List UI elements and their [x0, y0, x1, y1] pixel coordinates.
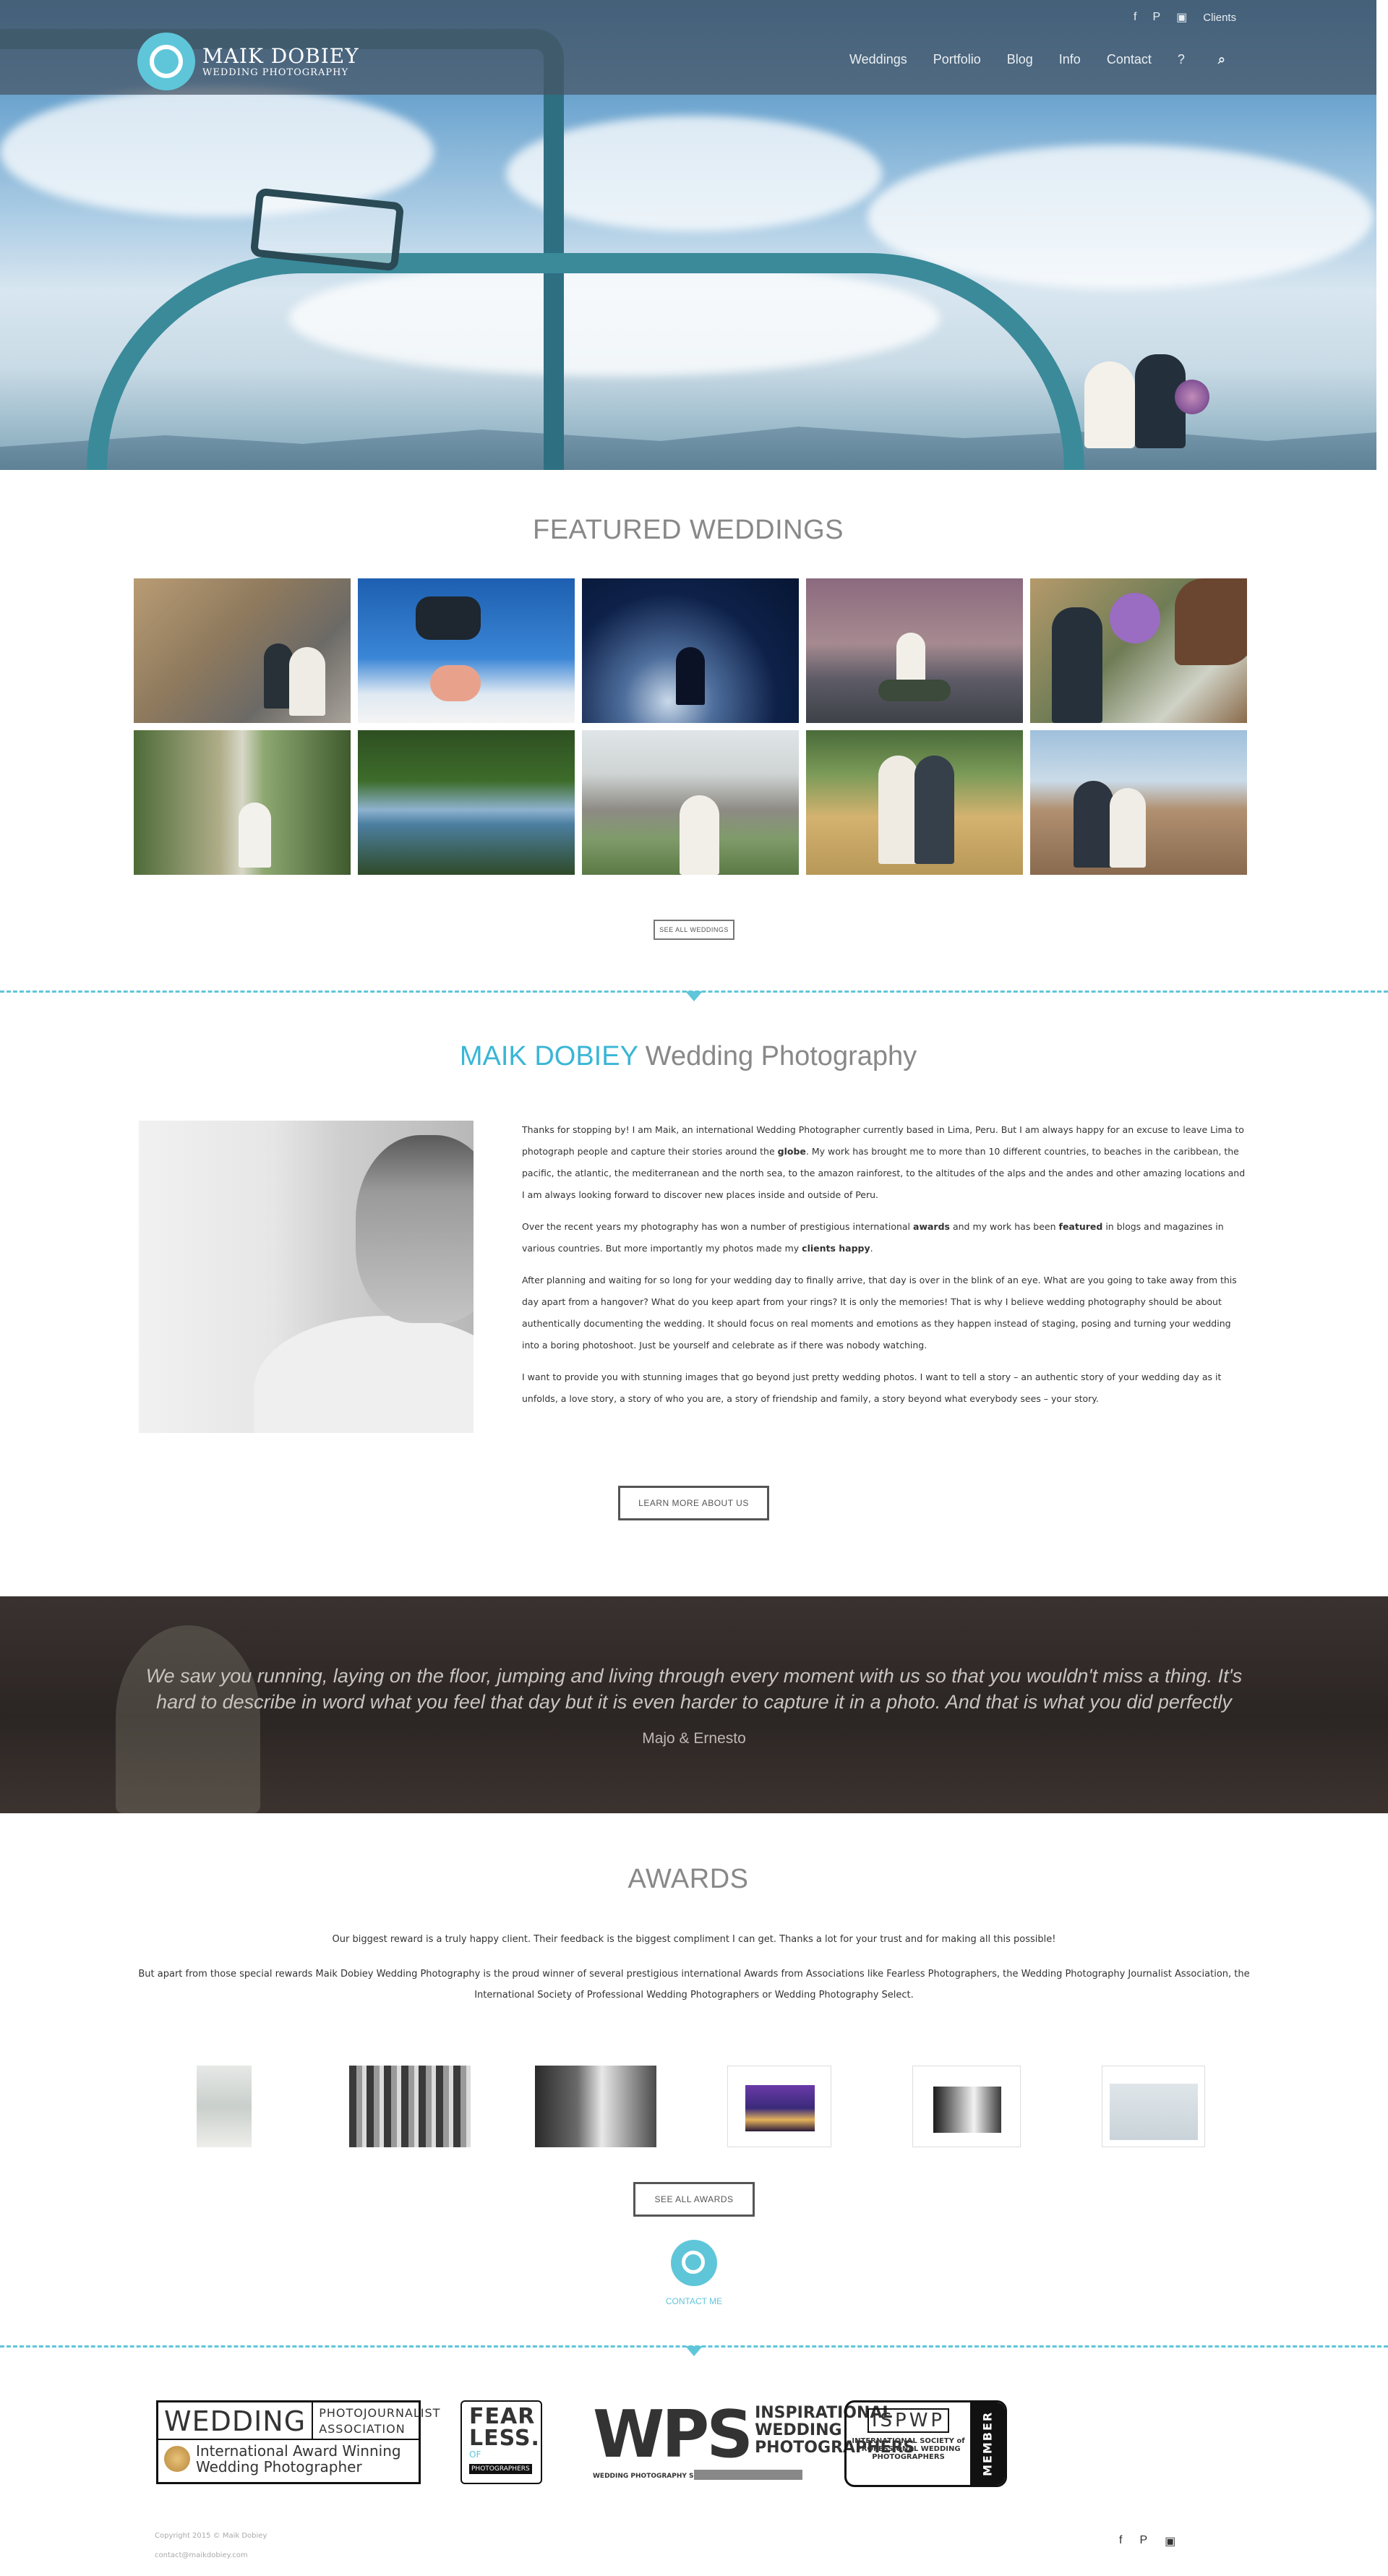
- divider-arrow-icon: [685, 2346, 703, 2356]
- fearless-sub: PHOTOGRAPHERS: [469, 2464, 532, 2474]
- ispwp-member: MEMBER: [970, 2402, 1005, 2485]
- wpja-award-text: International Award Winning Wedding Phot…: [196, 2442, 401, 2476]
- wedding-thumbnail[interactable]: [358, 578, 575, 723]
- nav-item-contact[interactable]: Contact: [1107, 52, 1152, 67]
- testimonial-quote: We saw you running, laying on the floor,…: [145, 1665, 1243, 1713]
- site-logo[interactable]: MAIK DOBIEY WEDDING PHOTOGRAPHY: [137, 33, 359, 90]
- logo-tagline: WEDDING PHOTOGRAPHY: [202, 67, 349, 78]
- nav-item-info[interactable]: Info: [1059, 52, 1081, 67]
- instagram-icon[interactable]: ▣: [1176, 10, 1187, 25]
- wedding-thumbnail[interactable]: [1030, 578, 1247, 723]
- about-paragraph: Thanks for stopping by! I am Maik, an in…: [522, 1124, 1246, 1200]
- about-title-rest: Wedding Photography: [638, 1041, 917, 1071]
- ispwp-description: INTERNATIONAL SOCIETY of PROFESSIONAL WE…: [852, 2437, 965, 2461]
- about-paragraph: After planning and waiting for so long f…: [522, 1275, 1237, 1351]
- fearless-title: FEAR LESS.: [469, 2404, 540, 2451]
- testimonial-banner: We saw you running, laying on the floor,…: [0, 1596, 1388, 1813]
- wedding-thumbnail[interactable]: [806, 730, 1023, 875]
- pinterest-icon[interactable]: P: [1152, 11, 1160, 24]
- footer-social-links: f P ▣: [1119, 2534, 1175, 2549]
- main-nav: Weddings Portfolio Blog Info Contact ? ⌕: [849, 52, 1225, 67]
- wedding-thumbnail[interactable]: [134, 578, 351, 723]
- wpja-association: PHOTOJOURNALIST ASSOCIATION: [319, 2406, 441, 2436]
- ispwp-title: ISPWP: [867, 2408, 950, 2433]
- about-text: Thanks for stopping by! I am Maik, an in…: [522, 1119, 1248, 1420]
- wedding-thumbnail[interactable]: [582, 730, 799, 875]
- section-divider: [0, 2345, 1388, 2356]
- instagram-icon[interactable]: ▣: [1165, 2534, 1175, 2549]
- featured-weddings-title: FEATURED WEDDINGS: [532, 515, 844, 545]
- wedding-thumbnail[interactable]: [806, 578, 1023, 723]
- awards-intro: Our biggest reward is a truly happy clie…: [332, 1934, 1056, 1945]
- footer-copyright: Copyright 2015 © Maik Dobiey contact@mai…: [155, 2526, 267, 2565]
- nav-item-blog[interactable]: Blog: [1007, 52, 1033, 67]
- pinterest-icon[interactable]: P: [1139, 2534, 1147, 2549]
- logo-name: MAIK DOBIEY: [202, 43, 359, 68]
- about-title-brand: MAIK DOBIEY: [459, 1041, 638, 1071]
- wedding-thumbnail[interactable]: [582, 578, 799, 723]
- awards-description: But apart from those special rewards Mai…: [138, 1969, 1250, 2001]
- wps-logo: WPS: [593, 2397, 753, 2473]
- wpja-word: WEDDING: [158, 2402, 314, 2439]
- facebook-icon[interactable]: f: [1134, 11, 1136, 24]
- about-title: MAIK DOBIEY Wedding Photography: [0, 1041, 1376, 1072]
- awards-title: AWARDS: [627, 1864, 749, 1894]
- award-photo[interactable]: [349, 2066, 471, 2147]
- contact-me-link[interactable]: CONTACT ME: [0, 2296, 1388, 2306]
- logo-ring-icon: [137, 33, 195, 90]
- couple-figure: [1084, 347, 1209, 448]
- about-paragraph: I want to provide you with stunning imag…: [522, 1372, 1222, 1404]
- wpja-badge[interactable]: WEDDING PHOTOJOURNALIST ASSOCIATION Inte…: [156, 2400, 440, 2484]
- award-photo[interactable]: [197, 2066, 252, 2147]
- fearless-badge[interactable]: FEAR LESS. OF PHOTOGRAPHERS: [460, 2400, 542, 2484]
- ispwp-badge[interactable]: ISPWP INTERNATIONAL SOCIETY of PROFESSIO…: [844, 2400, 1007, 2487]
- photographer-portrait: [139, 1121, 474, 1433]
- search-icon[interactable]: ⌕: [1218, 52, 1225, 67]
- testimonial-author: Majo & Ernesto: [642, 1730, 746, 1747]
- see-all-weddings-button[interactable]: SEE ALL WEDDINGS: [654, 920, 734, 940]
- wedding-thumbnail[interactable]: [134, 730, 351, 875]
- fearless-of: OF: [469, 2449, 481, 2460]
- header-social-links: f P ▣ Clients: [1134, 10, 1236, 25]
- divider-arrow-icon: [685, 991, 703, 1001]
- top-navigation-bar: MAIK DOBIEY WEDDING PHOTOGRAPHY f P ▣ Cl…: [0, 0, 1376, 95]
- wps-badge[interactable]: WPS INSPIRATIONAL WEDDING PHOTOGRAPHERS …: [593, 2397, 914, 2484]
- wedding-thumbnail[interactable]: [1030, 730, 1247, 875]
- award-photo[interactable]: [912, 2066, 1021, 2147]
- award-photo[interactable]: [1102, 2066, 1205, 2147]
- featured-weddings-grid: [134, 578, 1247, 875]
- wedding-thumbnail[interactable]: [358, 730, 575, 875]
- copyright-text: Copyright 2015 © Maik Dobiey: [155, 2532, 267, 2540]
- about-paragraph: Over the recent years my photography has…: [522, 1221, 1224, 1254]
- facebook-icon[interactable]: f: [1119, 2534, 1122, 2549]
- section-divider: [0, 990, 1388, 1001]
- learn-more-button[interactable]: LEARN MORE ABOUT US: [618, 1486, 769, 1520]
- footer-email[interactable]: contact@maikdobiey.com: [155, 2546, 267, 2565]
- nav-item-portfolio[interactable]: Portfolio: [933, 52, 981, 67]
- contact-me-icon[interactable]: [671, 2240, 717, 2286]
- nav-item-help[interactable]: ?: [1178, 52, 1185, 67]
- medal-icon: [164, 2446, 190, 2472]
- award-photo[interactable]: [535, 2066, 656, 2147]
- nav-item-weddings[interactable]: Weddings: [849, 52, 907, 67]
- clients-link[interactable]: Clients: [1203, 12, 1236, 24]
- award-photo[interactable]: [727, 2066, 831, 2147]
- see-all-awards-button[interactable]: SEE ALL AWARDS: [633, 2182, 755, 2217]
